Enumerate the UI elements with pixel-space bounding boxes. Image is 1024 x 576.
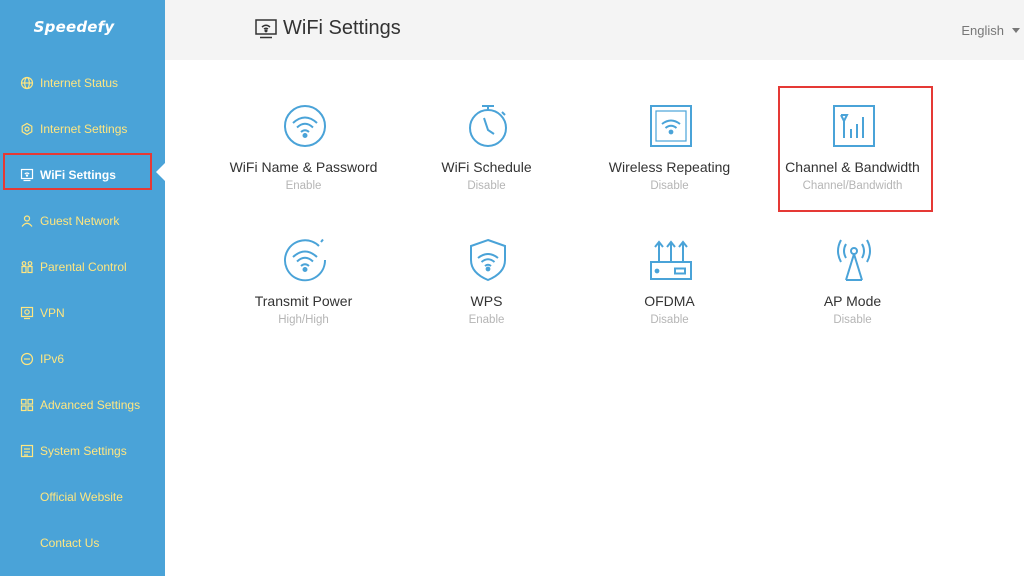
brand-logo: Speedefy [33, 18, 115, 36]
family-icon [20, 260, 34, 274]
sidebar-item-vpn[interactable]: VPN [0, 290, 165, 336]
tile-ap-mode[interactable]: AP Mode Disable [761, 220, 944, 340]
tile-title: WiFi Schedule [441, 159, 532, 175]
sidebar-item-label: VPN [40, 306, 65, 320]
sidebar-item-label: IPv6 [40, 352, 65, 366]
sidebar-item-parental-control[interactable]: Parental Control [0, 244, 165, 290]
vpn-icon [20, 306, 34, 320]
router-icon [650, 240, 692, 280]
tile-wifi-schedule[interactable]: WiFi Schedule Disable [395, 86, 578, 206]
tile-title: Transmit Power [254, 293, 353, 309]
tile-status: Disable [467, 180, 506, 192]
wifi-circle-icon [284, 105, 326, 147]
chevron-down-icon [1012, 28, 1020, 33]
wifi-monitor-icon [255, 18, 277, 38]
globe-icon [20, 76, 34, 90]
sidebar-item-guest-network[interactable]: Guest Network [0, 198, 165, 244]
tile-wifi-name-password[interactable]: WiFi Name & Password Enable [212, 86, 395, 206]
tile-title: WiFi Name & Password [229, 159, 378, 175]
sidebar-nav: Internet Status Internet Settings WiFi S… [0, 60, 165, 566]
tile-title: WPS [470, 293, 503, 309]
tile-status: High/High [278, 314, 329, 326]
page-title-text: WiFi Settings [283, 17, 401, 39]
sidebar-item-label: Parental Control [40, 260, 127, 274]
sidebar-item-label: Advanced Settings [40, 398, 141, 412]
tile-title: OFDMA [644, 293, 695, 309]
grid-icon [20, 398, 34, 412]
sidebar-item-official-website[interactable]: Official Website [0, 474, 165, 520]
sidebar-item-advanced-settings[interactable]: Advanced Settings [0, 382, 165, 428]
wifi-square-icon [650, 105, 692, 147]
wifi-shield-icon [470, 238, 506, 282]
sidebar-item-label: Contact Us [40, 536, 100, 550]
tile-status: Disable [833, 314, 872, 326]
sidebar-item-contact-us[interactable]: Contact Us [0, 520, 165, 566]
tile-wps[interactable]: WPS Enable [395, 220, 578, 340]
tile-title: AP Mode [823, 293, 882, 309]
tile-status: Enable [468, 314, 505, 326]
guest-user-icon [20, 214, 34, 228]
wifi-power-icon [284, 238, 327, 282]
page-header: WiFi Settings English [165, 0, 1024, 60]
stopwatch-icon [469, 105, 507, 147]
sidebar-item-label: Internet Settings [40, 122, 128, 136]
language-label: English [961, 23, 1004, 38]
gear-icon [20, 122, 34, 136]
sidebar-item-system-settings[interactable]: System Settings [0, 428, 165, 474]
system-panel-icon [20, 444, 34, 458]
tile-transmit-power[interactable]: Transmit Power High/High [212, 220, 395, 340]
page-title: WiFi Settings [255, 17, 401, 40]
language-select[interactable]: English [961, 23, 1020, 38]
tile-status: Disable [650, 314, 689, 326]
sidebar-item-label: Official Website [40, 490, 123, 504]
sidebar-item-label: Guest Network [40, 214, 120, 228]
broadcast-tower-icon [837, 239, 871, 281]
tile-status: Disable [650, 180, 689, 192]
tile-ofdma[interactable]: OFDMA Disable [578, 220, 761, 340]
sidebar-item-label: System Settings [40, 444, 127, 458]
sidebar: Speedefy Internet Status Internet Settin… [0, 0, 165, 576]
tile-title: Wireless Repeating [608, 159, 731, 175]
sidebar-item-wifi-settings[interactable]: WiFi Settings [0, 152, 165, 198]
ipv6-icon [20, 352, 34, 366]
tile-status: Enable [285, 180, 322, 192]
tile-wireless-repeating[interactable]: Wireless Repeating Disable [578, 86, 761, 206]
highlight-box [778, 86, 933, 212]
sidebar-item-internet-settings[interactable]: Internet Settings [0, 106, 165, 152]
active-highlight-box [3, 153, 152, 190]
sidebar-item-internet-status[interactable]: Internet Status [0, 60, 165, 106]
active-caret [156, 163, 165, 181]
sidebar-item-label: Internet Status [40, 76, 119, 90]
sidebar-item-ipv6[interactable]: IPv6 [0, 336, 165, 382]
